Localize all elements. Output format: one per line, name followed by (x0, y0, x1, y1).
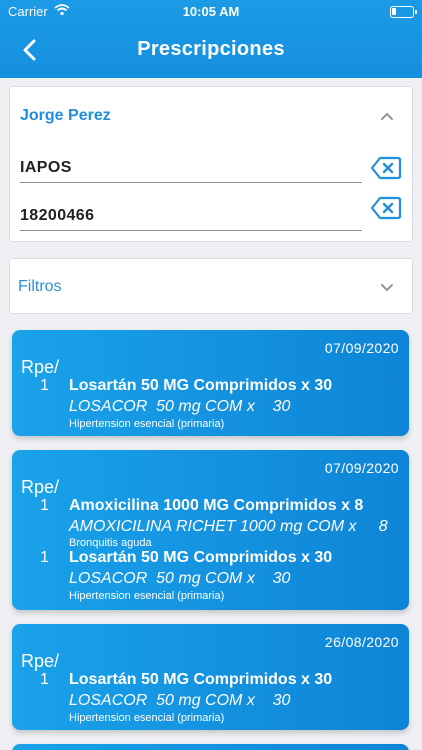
medication-diagnosis: Hipertension esencial (primaria) (69, 712, 225, 724)
battery-icon (390, 6, 417, 18)
medication-brand: LOSACOR 50 mg COM x 30 (69, 570, 291, 587)
chevron-down-icon (381, 284, 393, 292)
prescription-card-partial[interactable] (12, 744, 409, 750)
expand-filters-button[interactable] (376, 276, 398, 298)
medication-name: Amoxicilina 1000 MG Comprimidos x 8 (69, 497, 364, 514)
prescription-card[interactable]: 07/09/2020 Rpe/ 1 Losartán 50 MG Comprim… (12, 330, 409, 436)
prescription-card[interactable]: 26/08/2020 Rpe/ 1 Losartán 50 MG Comprim… (12, 624, 409, 730)
app-header: Carrier 10:05 AM Prescripciones (0, 0, 422, 78)
rpe-label: Rpe/ (21, 477, 60, 497)
clear-affiliate-button[interactable] (370, 196, 402, 220)
medication-diagnosis: Hipertension esencial (primaria) (69, 590, 225, 602)
status-bar: Carrier 10:05 AM (0, 0, 422, 24)
prescription-date: 07/09/2020 (324, 340, 399, 356)
medication-quantity: 1 (40, 671, 49, 688)
medication-diagnosis: Hipertension esencial (primaria) (69, 418, 225, 430)
clear-insurer-button[interactable] (370, 156, 402, 180)
rpe-label: Rpe/ (21, 651, 60, 671)
medication-name: Losartán 50 MG Comprimidos x 30 (69, 377, 333, 394)
backspace-clear-icon (370, 156, 402, 180)
chevron-up-icon (381, 112, 393, 120)
patient-card: Jorge Perez IAPOS 18200466 (9, 86, 413, 242)
medication-diagnosis: Bronquitis aguda (69, 537, 152, 549)
backspace-clear-icon (370, 196, 402, 220)
medication-brand: AMOXICILINA RICHET 1000 mg COM x 8 (69, 518, 388, 535)
medication-name: Losartán 50 MG Comprimidos x 30 (69, 671, 333, 688)
filters-panel[interactable]: Filtros (9, 258, 413, 314)
medication-quantity: 1 (40, 377, 49, 394)
clock: 10:05 AM (182, 4, 240, 19)
patient-name: Jorge Perez (20, 107, 111, 124)
prescription-card[interactable]: 07/09/2020 Rpe/ 1 Amoxicilina 1000 MG Co… (12, 450, 409, 610)
medication-brand: LOSACOR 50 mg COM x 30 (69, 692, 291, 709)
medication-quantity: 1 (40, 549, 49, 566)
medication-quantity: 1 (40, 497, 49, 514)
prescription-date: 07/09/2020 (324, 460, 399, 476)
insurer-field[interactable]: IAPOS (20, 155, 362, 183)
affiliate-number-field[interactable]: 18200466 (20, 203, 362, 231)
medication-brand: LOSACOR 50 mg COM x 30 (69, 398, 291, 415)
rpe-label: Rpe/ (21, 357, 60, 377)
filters-label: Filtros (18, 278, 62, 295)
collapse-button[interactable] (376, 105, 398, 127)
page-title: Prescripciones (137, 38, 285, 60)
prescription-date: 26/08/2020 (324, 634, 399, 650)
medication-name: Losartán 50 MG Comprimidos x 30 (69, 549, 333, 566)
